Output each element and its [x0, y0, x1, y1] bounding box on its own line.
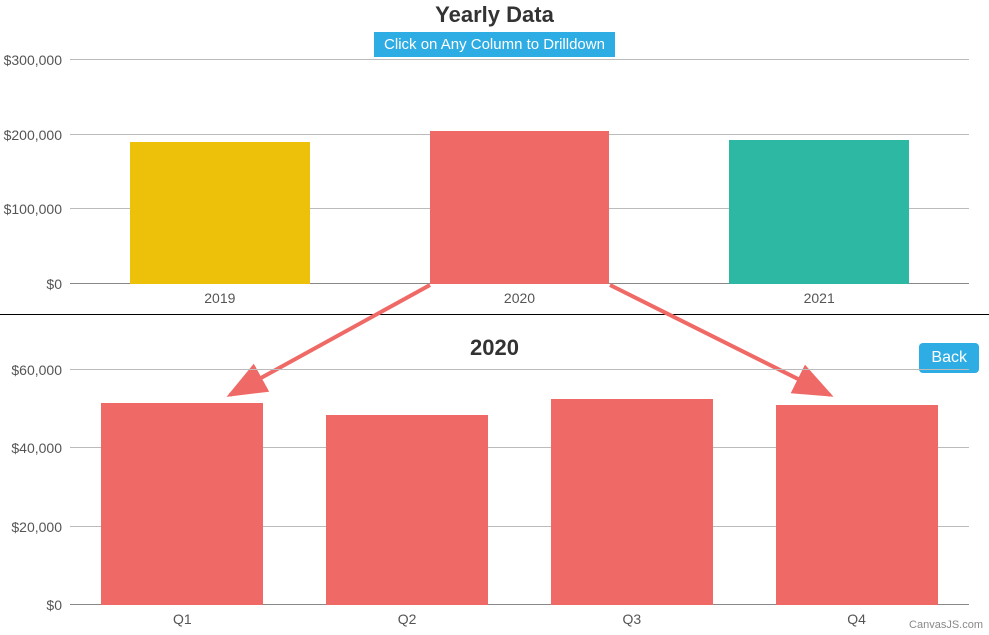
quarterly-chart-panel: 2020 Back $0 $20,000 $40,000 $60,000 Q1 … — [0, 315, 989, 635]
yearly-chart-panel: Yearly Data Click on Any Column to Drill… — [0, 0, 989, 315]
plot-area-bottom: $0 $20,000 $40,000 $60,000 Q1 Q2 Q3 Q4 — [70, 370, 969, 605]
bar-2019[interactable] — [130, 142, 310, 284]
ytick: $0 — [46, 276, 70, 292]
ytick: $100,000 — [4, 201, 70, 217]
xtick: Q3 — [520, 605, 745, 627]
bar-slot: 2019 — [70, 60, 370, 284]
bar-q2[interactable] — [326, 415, 488, 605]
bar-slot: Q2 — [295, 370, 520, 605]
chart-title-bottom: 2020 — [0, 315, 989, 361]
bar-slot: Q1 — [70, 370, 295, 605]
bars-container-bottom: Q1 Q2 Q3 Q4 — [70, 370, 969, 605]
bar-slot: 2020 — [370, 60, 670, 284]
bar-slot: Q3 — [520, 370, 745, 605]
xtick: 2021 — [669, 284, 969, 306]
bar-slot: Q4 — [744, 370, 969, 605]
drilldown-hint-button[interactable]: Click on Any Column to Drilldown — [374, 32, 615, 57]
bar-slot: 2021 — [669, 60, 969, 284]
chart-title-top: Yearly Data — [0, 0, 989, 28]
xtick: 2020 — [370, 284, 670, 306]
bars-container-top: 2019 2020 2021 — [70, 60, 969, 284]
bar-2021[interactable] — [729, 140, 909, 284]
bar-q1[interactable] — [101, 403, 263, 605]
ytick: $200,000 — [4, 127, 70, 143]
ytick: $300,000 — [4, 52, 70, 68]
plot-area-top: $0 $100,000 $200,000 $300,000 2019 2020 … — [70, 60, 969, 284]
credit-label: CanvasJS.com — [909, 619, 983, 631]
ytick: $0 — [46, 597, 70, 613]
ytick: $60,000 — [11, 362, 70, 378]
xtick: Q2 — [295, 605, 520, 627]
bar-q4[interactable] — [776, 405, 938, 605]
ytick: $20,000 — [11, 519, 70, 535]
xtick: Q1 — [70, 605, 295, 627]
xtick: 2019 — [70, 284, 370, 306]
bar-2020[interactable] — [430, 131, 610, 284]
ytick: $40,000 — [11, 440, 70, 456]
bar-q3[interactable] — [551, 399, 713, 605]
